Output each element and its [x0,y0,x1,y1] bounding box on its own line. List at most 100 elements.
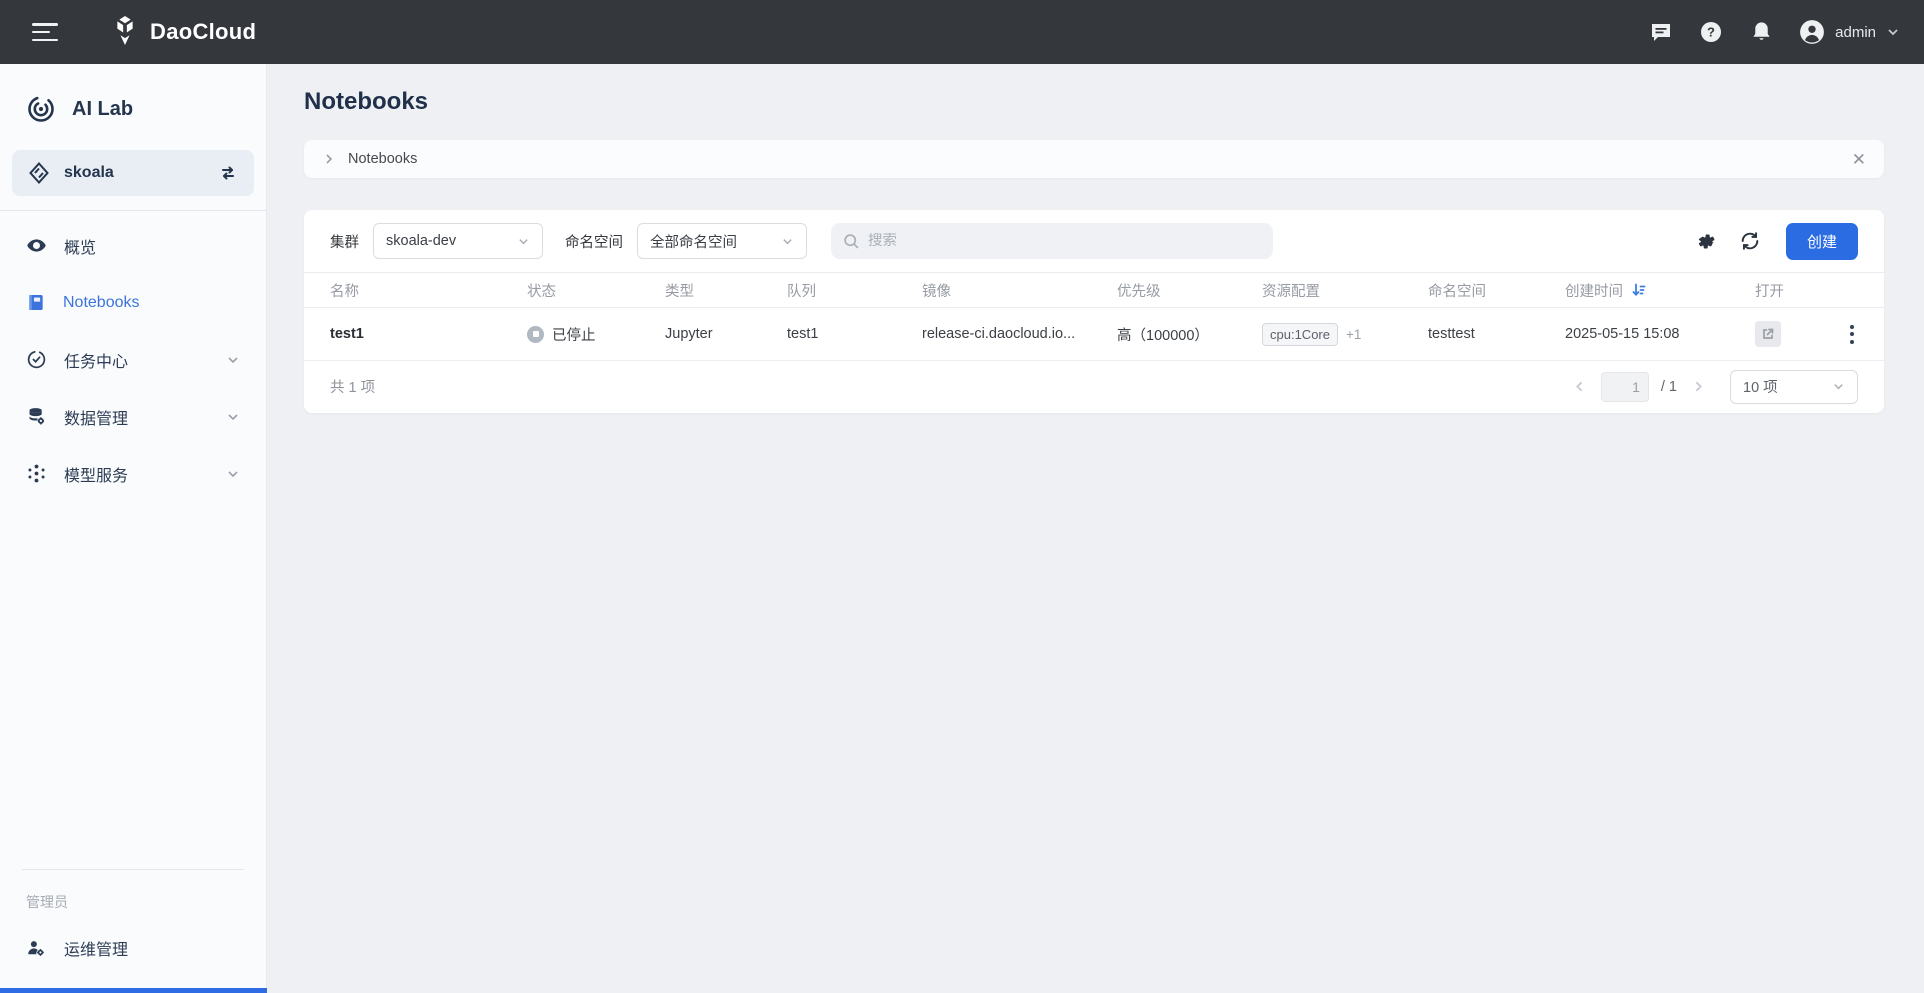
sidebar-item-notebooks[interactable]: Notebooks [0,274,266,331]
cluster-select-value: skoala-dev [386,233,517,249]
brand-logo: DaoCloud [110,16,256,48]
sidebar-item-model-service[interactable]: 模型服务 [0,445,266,502]
eye-icon [26,235,47,256]
namespace-label: 命名空间 [565,231,623,252]
namespace-select[interactable]: 全部命名空间 [637,223,807,259]
cell-priority: 高（100000） [1117,324,1262,345]
namespace-select-value: 全部命名空间 [650,231,781,252]
page-title: Notebooks [304,88,428,116]
status-stopped-icon [527,326,544,343]
next-page-icon[interactable] [1689,377,1708,396]
daocloud-logo-icon [110,16,140,48]
message-icon[interactable] [1649,20,1673,44]
product-label: AI Lab [72,98,133,121]
page-total: / 1 [1661,379,1677,395]
table-row[interactable]: test1 已停止 Jupyter test1 release-ci.daocl… [304,308,1884,361]
username: admin [1835,24,1876,41]
col-name: 名称 [330,280,527,301]
chevron-down-icon [517,235,530,248]
settings-gear-icon[interactable] [1694,229,1718,253]
refresh-icon[interactable] [1738,229,1762,253]
user-menu[interactable]: admin [1799,19,1900,45]
row-actions-kebab-icon[interactable] [1840,321,1864,348]
cell-created: 2025-05-15 15:08 [1565,326,1755,342]
cell-open [1755,321,1840,347]
sidebar-nav: 概览 Notebooks 任务中心 数据管理 [0,217,266,502]
search-icon [843,233,860,250]
table-footer: 共 1 项 / 1 10 项 [304,361,1884,412]
chevron-down-icon [1832,380,1845,393]
open-external-icon[interactable] [1755,321,1781,347]
notebook-icon [26,292,46,313]
page-number-input[interactable] [1601,372,1649,402]
search-input[interactable] [868,233,1261,249]
sidebar-item-label: 任务中心 [64,348,128,372]
cell-resources: cpu:1Core +1 [1262,323,1428,346]
database-gear-icon [26,406,47,427]
sidebar-item-label: 模型服务 [64,462,128,486]
chevron-down-icon [1886,25,1900,39]
sidebar-item-task-center[interactable]: 任务中心 [0,331,266,388]
table-header: 名称 状态 类型 队列 镜像 优先级 资源配置 命名空间 创建时间 打开 [304,272,1884,308]
switch-workspace-icon[interactable] [218,163,238,183]
help-icon[interactable]: ? [1699,20,1723,44]
notification-bell-icon[interactable] [1749,20,1773,44]
resource-extra-count: +1 [1346,327,1361,342]
main-content: Notebooks Notebooks ✕ 集群 skoala-dev 命名空间… [267,64,1924,993]
topbar: DaoCloud ? admin [0,0,1924,64]
notebooks-panel: 集群 skoala-dev 命名空间 全部命名空间 [304,210,1884,413]
ai-lab-icon [26,94,56,124]
resource-tag: cpu:1Core [1262,323,1338,346]
status-text: 已停止 [552,324,596,345]
sidebar-item-ops-management[interactable]: 运维管理 [0,922,266,974]
breadcrumb-bar: Notebooks ✕ [304,140,1884,178]
page-size-select[interactable]: 10 项 [1730,370,1858,404]
create-button[interactable]: 创建 [1786,223,1858,260]
sort-descending-icon[interactable] [1631,282,1647,298]
search-field [831,223,1273,259]
page-size-value: 10 项 [1743,376,1832,397]
cluster-label: 集群 [330,231,359,252]
sidebar-item-label: Notebooks [63,294,140,312]
sidebar-item-label: 数据管理 [64,405,128,429]
col-type: 类型 [665,280,787,301]
cell-queue: test1 [787,326,922,342]
cell-status: 已停止 [527,324,665,345]
hamburger-menu-icon[interactable] [32,23,58,41]
filter-toolbar: 集群 skoala-dev 命名空间 全部命名空间 [304,210,1884,272]
sidebar: AI Lab skoala 概览 Notebooks [0,64,267,993]
avatar [1799,19,1825,45]
col-queue: 队列 [787,280,922,301]
workspace-icon [28,162,50,184]
model-nodes-icon [26,463,47,484]
cell-namespace: testtest [1428,326,1565,342]
total-count: 共 1 项 [330,376,375,397]
cluster-select[interactable]: skoala-dev [373,223,543,259]
workspace-name: skoala [64,164,204,182]
cell-name[interactable]: test1 [330,326,527,342]
chevron-down-icon [226,410,240,424]
sidebar-item-label: 概览 [64,234,96,258]
cell-actions [1840,321,1884,348]
close-icon[interactable]: ✕ [1852,151,1866,168]
prev-page-icon[interactable] [1570,377,1589,396]
col-resources: 资源配置 [1262,280,1428,301]
sidebar-divider [0,210,266,211]
svg-text:?: ? [1707,25,1715,40]
chevron-down-icon [226,467,240,481]
sidebar-item-overview[interactable]: 概览 [0,217,266,274]
cell-type: Jupyter [665,326,787,342]
col-created: 创建时间 [1565,280,1755,301]
chevron-right-icon [322,152,336,166]
task-clock-icon [26,349,47,370]
col-status: 状态 [527,280,665,301]
sidebar-accent-strip [0,988,267,993]
workspace-selector[interactable]: skoala [12,150,254,196]
col-created-label: 创建时间 [1565,280,1623,301]
admin-section-label: 管理员 [0,870,266,922]
breadcrumb-item-notebooks[interactable]: Notebooks [348,151,417,167]
sidebar-item-data-management[interactable]: 数据管理 [0,388,266,445]
col-namespace: 命名空间 [1428,280,1565,301]
brand-name: DaoCloud [150,19,256,45]
sidebar-product-ai-lab[interactable]: AI Lab [0,64,266,146]
